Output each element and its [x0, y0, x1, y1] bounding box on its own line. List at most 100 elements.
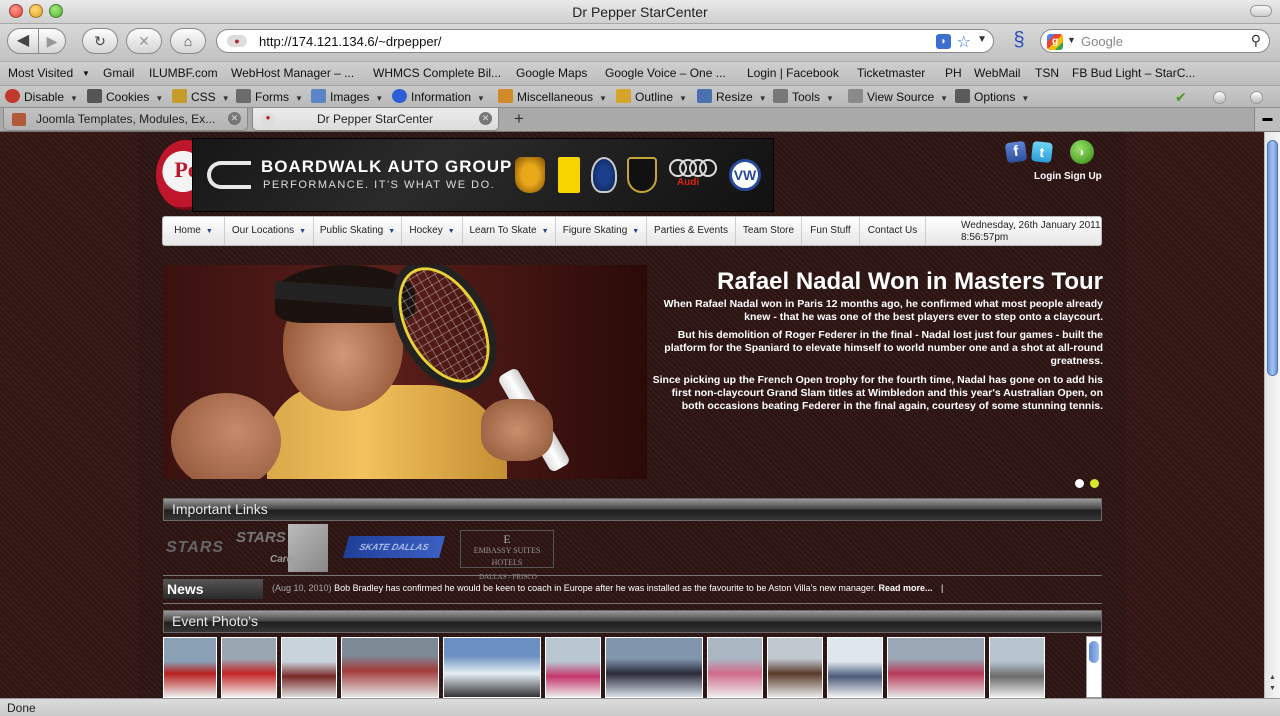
slider-dot-2-active[interactable]: [1090, 479, 1099, 488]
menu-item-figure-skating[interactable]: Figure Skating ▼: [556, 217, 647, 245]
boardwalk-auto-banner[interactable]: BOARDWALK AUTO GROUP PERFORMANCE. IT'S W…: [192, 138, 774, 212]
event-photos-header: Event Photo's: [163, 610, 1102, 633]
url-text[interactable]: http://174.121.134.6/~drpepper/: [259, 34, 442, 49]
photo-strip-scrollbar[interactable]: [1086, 636, 1102, 698]
bookmark-facebook-login[interactable]: Login | Facebook: [747, 66, 839, 80]
dev-options-menu[interactable]: Options ▼: [955, 89, 1029, 104]
search-engine-dropdown-icon[interactable]: ▼: [1067, 35, 1076, 45]
divider: [163, 575, 1102, 576]
css-status-icon[interactable]: [1213, 91, 1226, 104]
validation-check-icon[interactable]: ✔: [1175, 89, 1187, 106]
menu-item-hockey[interactable]: Hockey ▼: [402, 217, 463, 245]
login-link[interactable]: Login: [1034, 171, 1061, 182]
menu-item-learn-to-skate[interactable]: Learn To Skate ▼: [463, 217, 556, 245]
dev-outline-menu[interactable]: Outline ▼: [616, 89, 687, 104]
event-photo[interactable]: [341, 637, 439, 698]
site-identity-icon[interactable]: ●: [227, 35, 247, 47]
dallas-stars-logo[interactable]: STARS: [166, 524, 226, 572]
bookmark-google-voice[interactable]: Google Voice – One ...: [605, 66, 726, 80]
event-photo[interactable]: [707, 637, 763, 698]
back-button[interactable]: ◀: [7, 28, 39, 54]
list-all-tabs-button[interactable]: ▬: [1254, 108, 1280, 131]
twitter-icon[interactable]: t: [1031, 141, 1053, 163]
address-bar[interactable]: ● http://174.121.134.6/~drpepper/ ◗ ☆ ▼: [216, 29, 994, 53]
news-read-more-link[interactable]: Read more...: [878, 583, 932, 593]
menu-item-home[interactable]: Home ▼: [163, 217, 225, 245]
event-photo[interactable]: [443, 637, 541, 698]
event-photo[interactable]: [605, 637, 703, 698]
bookmark-ticketmaster[interactable]: Ticketmaster: [857, 66, 925, 80]
search-input[interactable]: [1081, 33, 1241, 50]
web-developer-toolbar: Disable ▼ Cookies ▼ CSS ▼ Forms ▼ Images ▼ In…: [0, 85, 1280, 107]
bookmark-star-icon[interactable]: ☆: [957, 32, 971, 52]
event-photo[interactable]: [281, 637, 337, 698]
rss-feed-icon[interactable]: ◗: [936, 34, 951, 49]
signup-link[interactable]: Sign Up: [1064, 171, 1102, 182]
addon-icon[interactable]: §: [1008, 29, 1030, 53]
dev-disable-menu[interactable]: Disable ▼: [5, 89, 78, 104]
event-photo[interactable]: [827, 637, 883, 698]
bookmark-whmcs[interactable]: WHMCS Complete Bil...: [373, 66, 501, 80]
embassy-suites-logo[interactable]: E EMBASSY SUITES HOTELS DALLAS - FRISCO: [460, 530, 554, 581]
dev-view-source-menu[interactable]: View Source ▼: [848, 89, 948, 104]
dev-css-menu[interactable]: CSS ▼: [172, 89, 230, 104]
tab-dr-pepper-starcenter[interactable]: ● Dr Pepper StarCenter ✕: [252, 108, 499, 131]
bookmark-ilumbf[interactable]: ILUMBF.com: [149, 66, 218, 80]
photo-strip-scroll-thumb[interactable]: [1089, 641, 1099, 663]
bookmark-fb-bud-light[interactable]: FB Bud Light – StarC...: [1072, 66, 1195, 80]
home-button[interactable]: ⌂: [170, 28, 206, 54]
hero-slide-image[interactable]: [163, 265, 647, 479]
menu-item-fun-stuff[interactable]: Fun Stuff: [802, 217, 860, 245]
bookmark-most-visited[interactable]: Most Visited: [8, 66, 73, 80]
slider-dot-1[interactable]: [1075, 479, 1084, 488]
dev-miscellaneous-menu[interactable]: Miscellaneous ▼: [498, 89, 607, 104]
vertical-scrollbar[interactable]: ▲ ▼: [1264, 132, 1280, 698]
history-dropdown-icon[interactable]: ▼: [977, 34, 987, 45]
dev-resize-menu[interactable]: Resize ▼: [697, 89, 767, 104]
menu-item-parties-events[interactable]: Parties & Events: [647, 217, 736, 245]
news-headline: Bob Bradley has confirmed he would be ke…: [334, 583, 876, 593]
reload-button[interactable]: ↻: [82, 28, 118, 54]
menu-item-contact-us[interactable]: Contact Us: [860, 217, 926, 245]
most-visited-dropdown-icon[interactable]: ▼: [82, 69, 90, 78]
search-engine-icon[interactable]: g: [1047, 34, 1063, 50]
dev-tools-menu[interactable]: Tools ▼: [773, 89, 834, 104]
search-icon[interactable]: ⚲: [1251, 32, 1261, 49]
scroll-arrows-icon[interactable]: ▲ ▼: [1267, 672, 1278, 694]
bookmark-gmail[interactable]: Gmail: [103, 66, 134, 80]
event-photo[interactable]: [989, 637, 1045, 698]
toolbar-toggle-button[interactable]: [1250, 5, 1272, 17]
event-photo[interactable]: [767, 637, 823, 698]
bookmark-google-maps[interactable]: Google Maps: [516, 66, 587, 80]
porsche-logo-icon: [515, 157, 545, 193]
stop-button[interactable]: ✕: [126, 28, 162, 54]
menu-item-team-store[interactable]: Team Store: [736, 217, 802, 245]
vertical-scroll-thumb[interactable]: [1267, 140, 1278, 376]
tab-close-icon[interactable]: ✕: [228, 112, 241, 125]
skate-dallas-logo[interactable]: SKATE DALLAS: [343, 536, 445, 558]
tab-close-icon[interactable]: ✕: [479, 112, 492, 125]
bookmark-tsn[interactable]: TSN: [1035, 66, 1059, 80]
rss-signup-icon[interactable]: ◗: [1070, 140, 1094, 164]
dev-forms-menu[interactable]: Forms ▼: [236, 89, 303, 104]
dev-cookies-menu[interactable]: Cookies ▼: [87, 89, 163, 104]
menu-item-public-skating[interactable]: Public Skating ▼: [314, 217, 402, 245]
bookmark-webmail[interactable]: WebMail: [974, 66, 1020, 80]
event-photo[interactable]: [545, 637, 601, 698]
search-bar[interactable]: g ▼ ⚲: [1040, 29, 1270, 53]
tab-joomla-templates[interactable]: Joomla Templates, Modules, Ex... ✕: [3, 108, 248, 131]
facebook-icon[interactable]: f: [1004, 140, 1028, 164]
dev-information-menu[interactable]: Information ▼: [392, 89, 485, 104]
event-photo[interactable]: [887, 637, 985, 698]
event-photo[interactable]: [221, 637, 277, 698]
bookmark-ph[interactable]: PH: [945, 66, 962, 80]
forward-button[interactable]: ▶: [38, 28, 66, 54]
bookmark-webhost-manager[interactable]: WebHost Manager – ...: [231, 66, 354, 80]
js-status-icon[interactable]: [1250, 91, 1263, 104]
stars-care-logo[interactable]: STARS Care: [236, 524, 328, 572]
menu-item-our-locations[interactable]: Our Locations ▼: [225, 217, 314, 245]
new-tab-button[interactable]: +: [506, 109, 532, 129]
dev-images-menu[interactable]: Images ▼: [311, 89, 383, 104]
event-photo[interactable]: [163, 637, 217, 698]
audi-logo-icon: Audi: [669, 159, 717, 189]
